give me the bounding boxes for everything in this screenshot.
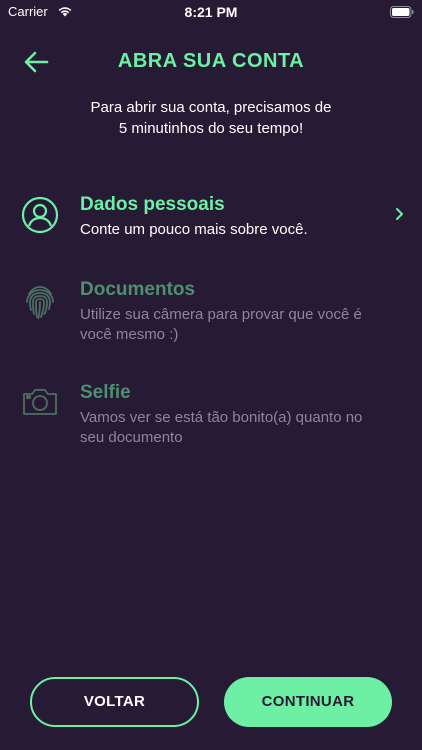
step-description: Utilize sua câmera para provar que você … — [80, 306, 362, 343]
step-description: Vamos ver se está tão bonito(a) quanto n… — [80, 409, 363, 446]
status-bar: Carrier 8:21 PM — [0, 0, 422, 24]
step-text: Dados pessoais Conte um pouco mais sobre… — [80, 193, 382, 240]
battery-icon — [390, 5, 414, 18]
step-text: Documentos Utilize sua câmera para prova… — [80, 278, 382, 345]
intro-line-2: 5 minutinhos do seu tempo! — [118, 120, 304, 137]
step-text: Selfie Vamos ver se está tão bonito(a) q… — [80, 381, 382, 448]
fingerprint-icon — [20, 282, 60, 322]
step-selfie[interactable]: Selfie Vamos ver se está tão bonito(a) q… — [0, 381, 422, 447]
chevron-right-icon — [392, 207, 406, 221]
header: ABRA SUA CONTA — [0, 40, 422, 84]
step-description: Conte um pouco mais sobre você. — [80, 221, 308, 238]
step-documents[interactable]: Documentos Utilize sua câmera para prova… — [0, 278, 422, 344]
camera-icon — [20, 382, 60, 422]
continue-button[interactable]: CONTINUAR — [224, 677, 392, 727]
step-title: Dados pessoais — [80, 194, 225, 215]
back-footer-button[interactable]: VOLTAR — [30, 677, 199, 727]
intro-line-1: Para abrir sua conta, precisamos de — [90, 99, 332, 116]
user-icon — [20, 195, 60, 235]
page-title: ABRA SUA CONTA — [117, 50, 305, 72]
clock: 8:21 PM — [184, 4, 238, 20]
intro-text: Para abrir sua conta, precisamos de 5 mi… — [40, 97, 382, 139]
step-title: Selfie — [80, 382, 131, 403]
step-personal-data[interactable]: Dados pessoais Conte um pouco mais sobre… — [0, 193, 422, 245]
step-title: Documentos — [80, 279, 196, 300]
